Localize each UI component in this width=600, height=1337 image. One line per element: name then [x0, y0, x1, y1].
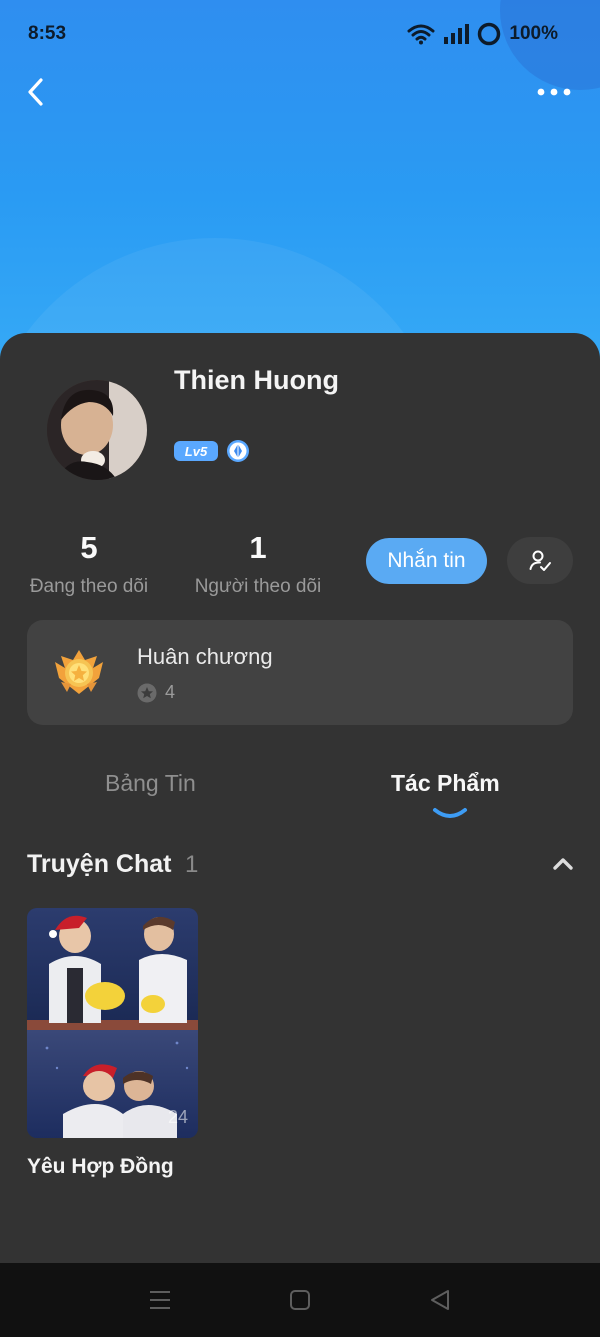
medal-icon: [55, 650, 103, 694]
wifi-icon: [407, 24, 435, 45]
followers-stat[interactable]: 1 Người theo dõi: [178, 530, 338, 598]
menu-icon[interactable]: [148, 1289, 172, 1311]
following-stat[interactable]: 5 Đang theo dõi: [9, 530, 169, 598]
profile-username: Thien Huong: [174, 365, 339, 395]
following-count: 5: [80, 530, 98, 565]
medals-count: 4: [165, 682, 176, 702]
medals-title: Huân chương: [137, 644, 273, 669]
more-dots-icon: [537, 88, 571, 96]
tab-news-feed[interactable]: Bảng Tin: [105, 770, 196, 797]
story-title[interactable]: Yêu Hợp Đồng: [27, 1155, 174, 1179]
followers-label: Người theo dõi: [194, 576, 322, 597]
section-count: 1: [185, 851, 199, 878]
star-circle-icon: [137, 683, 157, 702]
section-title: Truyện Chat: [27, 850, 172, 878]
story-cover[interactable]: 24: [27, 908, 198, 1138]
battery-ring-icon: [478, 22, 501, 46]
medals-card[interactable]: Huân chương 4: [27, 620, 573, 725]
chevron-up-icon[interactable]: [550, 853, 576, 875]
following-label: Đang theo dõi: [29, 576, 149, 597]
signal-icon: [444, 24, 470, 44]
follow-status-button[interactable]: [507, 537, 573, 584]
user-check-icon: [529, 550, 551, 571]
active-tab-indicator: [433, 808, 467, 818]
message-button[interactable]: Nhắn tin: [366, 538, 487, 584]
more-options-button[interactable]: [536, 87, 572, 97]
level-badge: Lv5: [174, 441, 218, 461]
profile-sheet: Thien Huong Lv5 5 Đang theo dõi 1 Người …: [0, 333, 600, 1263]
tab-works[interactable]: Tác Phẩm: [391, 770, 500, 797]
avatar[interactable]: [47, 380, 147, 480]
back-button[interactable]: [24, 77, 48, 107]
medals-count-row: 4: [137, 682, 175, 703]
story-cover-image: [27, 908, 198, 1138]
avatar-photo: [47, 380, 147, 480]
battery-percentage: 100%: [509, 23, 558, 44]
diamond-badge-icon: [227, 440, 249, 462]
top-navigation: [0, 70, 600, 114]
status-time: 8:53: [28, 23, 67, 44]
back-triangle-icon[interactable]: [428, 1289, 452, 1311]
system-navigation-bar: [0, 1263, 600, 1337]
followers-count: 1: [249, 530, 267, 565]
chevron-left-icon: [28, 78, 43, 106]
status-bar: 8:53 100%: [0, 0, 600, 68]
home-square-icon[interactable]: [289, 1289, 311, 1311]
status-indicators: 100%: [407, 22, 558, 46]
story-chapter-count: 24: [167, 1107, 188, 1127]
